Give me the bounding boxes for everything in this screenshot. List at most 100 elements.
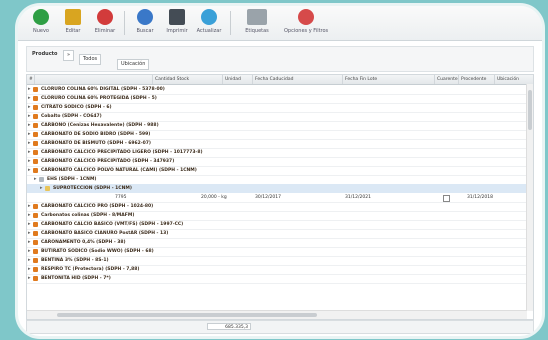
product-icon bbox=[33, 87, 38, 92]
edit-button[interactable]: Editar bbox=[56, 9, 90, 39]
refresh-icon bbox=[201, 9, 217, 25]
expand-icon[interactable]: ▸ bbox=[28, 240, 31, 245]
toolbar-separator bbox=[230, 11, 231, 35]
printer-icon bbox=[169, 9, 185, 25]
row-label: CARBONATO CALCICO PRO (SDPH - 1024-80) bbox=[41, 204, 154, 209]
row-label: CARBONATO CALCIO BASICO (VMT/FS) (SDPH -… bbox=[41, 222, 184, 227]
edit-icon bbox=[65, 9, 81, 25]
product-selector[interactable]: » bbox=[63, 50, 75, 61]
expand-icon[interactable]: ▸ bbox=[28, 96, 31, 101]
row-label: CLORURO COLINA 60% DIGITAL (SDPH - 5378-… bbox=[41, 87, 165, 92]
expand-icon[interactable]: ▸ bbox=[28, 213, 31, 218]
refresh-button[interactable]: Actualizar bbox=[192, 9, 226, 39]
row-label: CARBONATO CALCICO POLVO NATURAL (CAMI) (… bbox=[41, 168, 197, 173]
vertical-scrollbar[interactable] bbox=[526, 84, 533, 311]
expand-icon[interactable]: ▸ bbox=[28, 123, 31, 128]
options-filters-button[interactable]: Opciones y Filtros bbox=[284, 9, 328, 39]
row-label: CARBONO (Cenizas Hexavalente) (SDPH - 98… bbox=[41, 123, 159, 128]
row-label: EHS (SDPH - 1CNM) bbox=[47, 177, 97, 182]
search-icon bbox=[137, 9, 153, 25]
expand-icon[interactable]: ▸ bbox=[28, 105, 31, 110]
expand-icon[interactable]: ▸ bbox=[28, 231, 31, 236]
options-filters-label: Opciones y Filtros bbox=[284, 28, 329, 34]
row-label: RESPIRO TC (Protectora) (SDPH - 7,88) bbox=[41, 267, 140, 272]
product-icon bbox=[33, 249, 38, 254]
row-label: CLORURO COLINA 60% PROTEGIDA (SDPH - 5) bbox=[41, 96, 157, 101]
expand-icon[interactable]: ▸ bbox=[28, 132, 31, 137]
row-label: BUTIRATO SODICO (Sodio WWO) (SDPH - 68) bbox=[41, 249, 154, 254]
detail-cell: 31/12/2018 bbox=[467, 195, 493, 200]
product-icon bbox=[39, 177, 44, 182]
row-label: CARBONATO DE SODIO BIDRO (SDPH - 599) bbox=[41, 132, 151, 137]
row-label: CARBONATO DE BISMUTO (SDPH - 6962-07) bbox=[41, 141, 151, 146]
quarantine-checkbox[interactable] bbox=[443, 195, 450, 202]
product-icon bbox=[33, 204, 38, 209]
column-header[interactable]: Cuarentena bbox=[435, 75, 459, 84]
stock-grid: # Cantidad Stock Unidad Fecha Caducidad … bbox=[26, 74, 534, 320]
horizontal-scrollbar[interactable] bbox=[27, 310, 527, 319]
table-row[interactable]: ▸ BENTONITA HID (SDPH - 7*) bbox=[27, 274, 533, 284]
row-label: BENTONITA HID (SDPH - 7*) bbox=[41, 276, 111, 281]
expand-icon[interactable]: ▸ bbox=[28, 168, 31, 173]
expand-icon[interactable]: ▸ bbox=[28, 222, 31, 227]
column-header[interactable]: # bbox=[27, 75, 35, 84]
detail-cell: 20,000 - kg bbox=[201, 195, 227, 200]
labels-button[interactable]: Etiquetas bbox=[240, 9, 274, 39]
product-icon bbox=[33, 231, 38, 236]
row-label: CARBONATO CALCICO PRECIPITADO LIGERO (SD… bbox=[41, 150, 203, 155]
scroll-thumb[interactable] bbox=[57, 313, 317, 317]
app-window: Nuevo Editar Eliminar Buscar Imprimir Ac… bbox=[18, 6, 542, 336]
expand-icon[interactable]: ▸ bbox=[28, 114, 31, 119]
column-header[interactable]: Ubicación bbox=[495, 75, 533, 84]
toolbar-separator bbox=[124, 11, 125, 35]
expand-icon[interactable]: ▸ bbox=[28, 204, 31, 209]
product-icon bbox=[33, 105, 38, 110]
product-icon bbox=[33, 96, 38, 101]
add-icon bbox=[33, 9, 49, 25]
detail-cell: 30/12/2017 bbox=[255, 195, 281, 200]
refresh-label: Actualizar bbox=[196, 28, 222, 34]
delete-icon bbox=[97, 9, 113, 25]
print-button[interactable]: Imprimir bbox=[160, 9, 194, 39]
expand-icon[interactable]: ▸ bbox=[28, 249, 31, 254]
scroll-thumb[interactable] bbox=[528, 90, 532, 130]
expand-icon[interactable]: ▸ bbox=[28, 150, 31, 155]
product-icon bbox=[33, 123, 38, 128]
expand-icon[interactable]: ▸ bbox=[28, 87, 31, 92]
product-icon bbox=[45, 186, 50, 191]
options-icon bbox=[298, 9, 314, 25]
grid-header: # Cantidad Stock Unidad Fecha Caducidad … bbox=[27, 75, 533, 85]
all-dropdown[interactable]: Todos bbox=[79, 54, 102, 65]
expand-icon[interactable]: ▸ bbox=[28, 267, 31, 272]
expand-icon[interactable]: ▸ bbox=[28, 141, 31, 146]
column-header[interactable]: Cantidad Stock bbox=[153, 75, 223, 84]
column-header[interactable]: Unidad bbox=[223, 75, 253, 84]
labels-label: Etiquetas bbox=[245, 28, 269, 34]
print-label: Imprimir bbox=[166, 28, 188, 34]
new-button[interactable]: Nuevo bbox=[24, 9, 58, 39]
product-icon bbox=[33, 150, 38, 155]
row-label: Cobalto (SDPH - CO647) bbox=[41, 114, 102, 119]
product-icon bbox=[33, 276, 38, 281]
expand-icon[interactable]: ▸ bbox=[28, 258, 31, 263]
product-icon bbox=[33, 132, 38, 137]
search-button[interactable]: Buscar bbox=[128, 9, 162, 39]
column-header[interactable]: Fecha Fin Lote bbox=[343, 75, 435, 84]
column-header[interactable]: Fecha Caducidad bbox=[253, 75, 343, 84]
product-icon bbox=[33, 267, 38, 272]
column-header[interactable] bbox=[35, 75, 153, 84]
label-icon bbox=[247, 9, 267, 25]
expand-icon[interactable]: ▸ bbox=[34, 177, 37, 182]
row-label: CARBONATO BASICO CIANURO PostAR (SDPH - … bbox=[41, 231, 169, 236]
row-label: CITRATO SODICO (SDPH - 6) bbox=[41, 105, 112, 110]
product-icon bbox=[33, 114, 38, 119]
location-dropdown[interactable]: Ubicación bbox=[117, 59, 150, 70]
delete-button[interactable]: Eliminar bbox=[88, 9, 122, 39]
row-label: Carbonatos colinas (SDPH - 8/MAFM) bbox=[41, 213, 135, 218]
expand-icon[interactable]: ▸ bbox=[28, 276, 31, 281]
product-label: Producto bbox=[32, 51, 58, 57]
expand-icon[interactable]: ▸ bbox=[40, 186, 43, 191]
expand-icon[interactable]: ▸ bbox=[28, 159, 31, 164]
toolbar: Nuevo Editar Eliminar Buscar Imprimir Ac… bbox=[18, 6, 542, 41]
column-header[interactable]: Procedente bbox=[459, 75, 495, 84]
